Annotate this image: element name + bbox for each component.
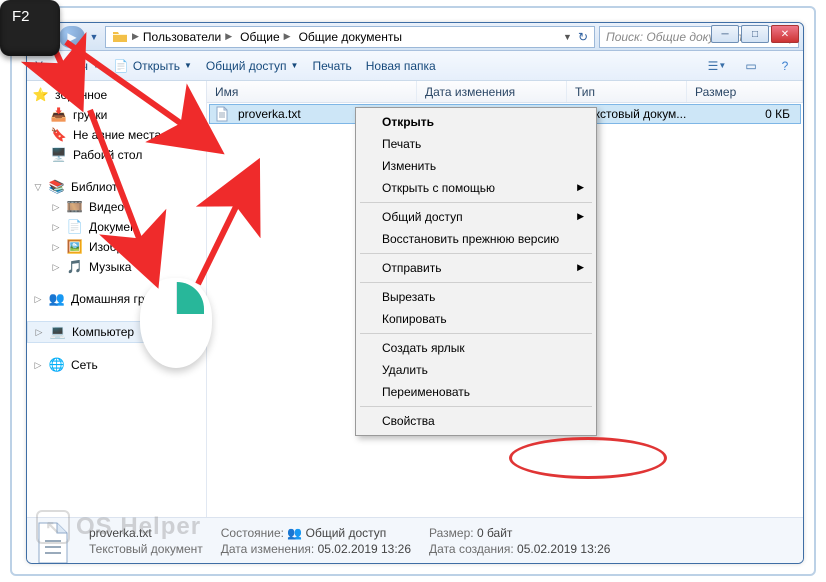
column-name[interactable]: Имя xyxy=(207,81,417,102)
computer-icon: 💻 xyxy=(50,324,66,340)
column-type[interactable]: Тип xyxy=(567,81,687,102)
breadcrumb-item[interactable]: Общие ▶ xyxy=(236,30,294,44)
breadcrumb-dropdown-icon[interactable]: ▼ xyxy=(563,32,572,42)
downloads-icon: 📥 xyxy=(51,107,67,123)
ctx-send-to[interactable]: Отправить▶ xyxy=(358,257,594,279)
ctx-properties[interactable]: Свойства xyxy=(358,410,594,432)
close-button[interactable]: ✕ xyxy=(771,25,799,43)
column-headers[interactable]: Имя Дата изменения Тип Размер xyxy=(207,81,803,103)
ctx-print[interactable]: Печать xyxy=(358,133,594,155)
titlebar: ◀ ▶ ▼ ▶ Пользователи ▶ Общие ▶ Общие док… xyxy=(27,23,803,51)
documents-icon: 📄 xyxy=(67,219,83,235)
maximize-button[interactable]: □ xyxy=(741,25,769,43)
desktop-icon: 🖥️ xyxy=(51,147,67,163)
ctx-share[interactable]: Общий доступ▶ xyxy=(358,206,594,228)
ctx-open[interactable]: Открыть xyxy=(358,111,594,133)
column-date[interactable]: Дата изменения xyxy=(417,81,567,102)
sidebar-item-recent[interactable]: 🔖Не авние места xyxy=(27,125,206,145)
preview-pane-icon[interactable]: ▭ xyxy=(741,56,761,76)
text-file-icon xyxy=(214,106,230,122)
submenu-arrow-icon: ▶ xyxy=(577,211,584,222)
document-icon: 📄 xyxy=(114,59,129,73)
nav-forward-button[interactable]: ▶ xyxy=(59,26,85,48)
folder-icon xyxy=(112,29,128,45)
new-folder-button[interactable]: Новая папка xyxy=(366,59,436,73)
file-list: Имя Дата изменения Тип Размер proverka.t… xyxy=(207,81,803,517)
sidebar-item-video[interactable]: ▷🎞️Видео xyxy=(27,197,206,217)
sidebar-favorites-header[interactable]: ⭐ збранное xyxy=(27,85,206,105)
status-created: 05.02.2019 13:26 xyxy=(517,542,610,556)
f2-key-overlay: F2 xyxy=(0,0,60,56)
minimize-button[interactable]: ─ xyxy=(711,25,739,43)
view-options-icon[interactable]: ☰▼ xyxy=(707,56,727,76)
breadcrumb-item[interactable]: Общие документы xyxy=(295,30,406,44)
pictures-icon: 🖼️ xyxy=(67,239,83,255)
cursor-icon: ↖ xyxy=(36,510,70,544)
music-icon: 🎵 xyxy=(67,259,83,275)
status-state: Общий доступ xyxy=(306,526,387,540)
toolbar: Упорядоч▼ 📄 Открыть▼ Общий доступ▼ Печат… xyxy=(27,51,803,81)
sidebar-item-downloads[interactable]: 📥грузки xyxy=(27,105,206,125)
refresh-icon[interactable]: ↻ xyxy=(578,30,588,44)
star-icon: ⭐ xyxy=(33,87,49,103)
help-icon[interactable]: ? xyxy=(775,56,795,76)
network-icon: 🌐 xyxy=(49,357,65,373)
nav-history-dropdown[interactable]: ▼ xyxy=(87,26,101,48)
video-icon: 🎞️ xyxy=(67,199,83,215)
submenu-arrow-icon: ▶ xyxy=(577,262,584,273)
sidebar-item-pictures[interactable]: ▷🖼️Изображ xyxy=(27,237,206,257)
file-size: 0 КБ xyxy=(700,107,800,121)
share-state-icon: 👥 xyxy=(287,526,302,540)
context-menu: Открыть Печать Изменить Открыть с помощь… xyxy=(355,107,597,436)
submenu-arrow-icon: ▶ xyxy=(577,182,584,193)
sidebar-libraries-header[interactable]: ▽ 📚 Библиот xyxy=(27,177,206,197)
explorer-window: ◀ ▶ ▼ ▶ Пользователи ▶ Общие ▶ Общие док… xyxy=(26,22,804,564)
sidebar-item-documents[interactable]: ▷📄Докумен xyxy=(27,217,206,237)
share-button[interactable]: Общий доступ▼ xyxy=(206,59,299,73)
ctx-delete[interactable]: Удалить xyxy=(358,359,594,381)
sidebar-item-desktop[interactable]: 🖥️Рабоий стол xyxy=(27,145,206,165)
ctx-copy[interactable]: Копировать xyxy=(358,308,594,330)
ctx-restore[interactable]: Восстановить прежнюю версию xyxy=(358,228,594,250)
libraries-icon: 📚 xyxy=(49,179,65,195)
print-button[interactable]: Печать xyxy=(312,59,351,73)
chevron-down-icon: ▽ xyxy=(33,182,43,193)
open-button[interactable]: 📄 Открыть▼ xyxy=(114,59,192,73)
status-modified: 05.02.2019 13:26 xyxy=(318,542,411,556)
mouse-illustration xyxy=(140,278,212,368)
status-size: 0 байт xyxy=(477,526,512,540)
breadcrumb-item[interactable]: Пользователи ▶ xyxy=(139,30,236,44)
column-size[interactable]: Размер xyxy=(687,81,803,102)
homegroup-icon: 👥 xyxy=(49,291,65,307)
ctx-edit[interactable]: Изменить xyxy=(358,155,594,177)
organize-button[interactable]: Упорядоч▼ xyxy=(35,59,100,73)
file-type: екстовый докум... xyxy=(584,107,700,121)
ctx-shortcut[interactable]: Создать ярлык xyxy=(358,337,594,359)
watermark: ↖ OS Helper xyxy=(36,510,201,544)
ctx-rename[interactable]: Переименовать xyxy=(358,381,594,403)
ctx-open-with[interactable]: Открыть с помощью▶ xyxy=(358,177,594,199)
address-bar[interactable]: ▶ Пользователи ▶ Общие ▶ Общие документы… xyxy=(105,26,595,48)
ctx-cut[interactable]: Вырезать xyxy=(358,286,594,308)
sidebar-item-music[interactable]: ▷🎵Музыка xyxy=(27,257,206,277)
recent-icon: 🔖 xyxy=(51,127,67,143)
